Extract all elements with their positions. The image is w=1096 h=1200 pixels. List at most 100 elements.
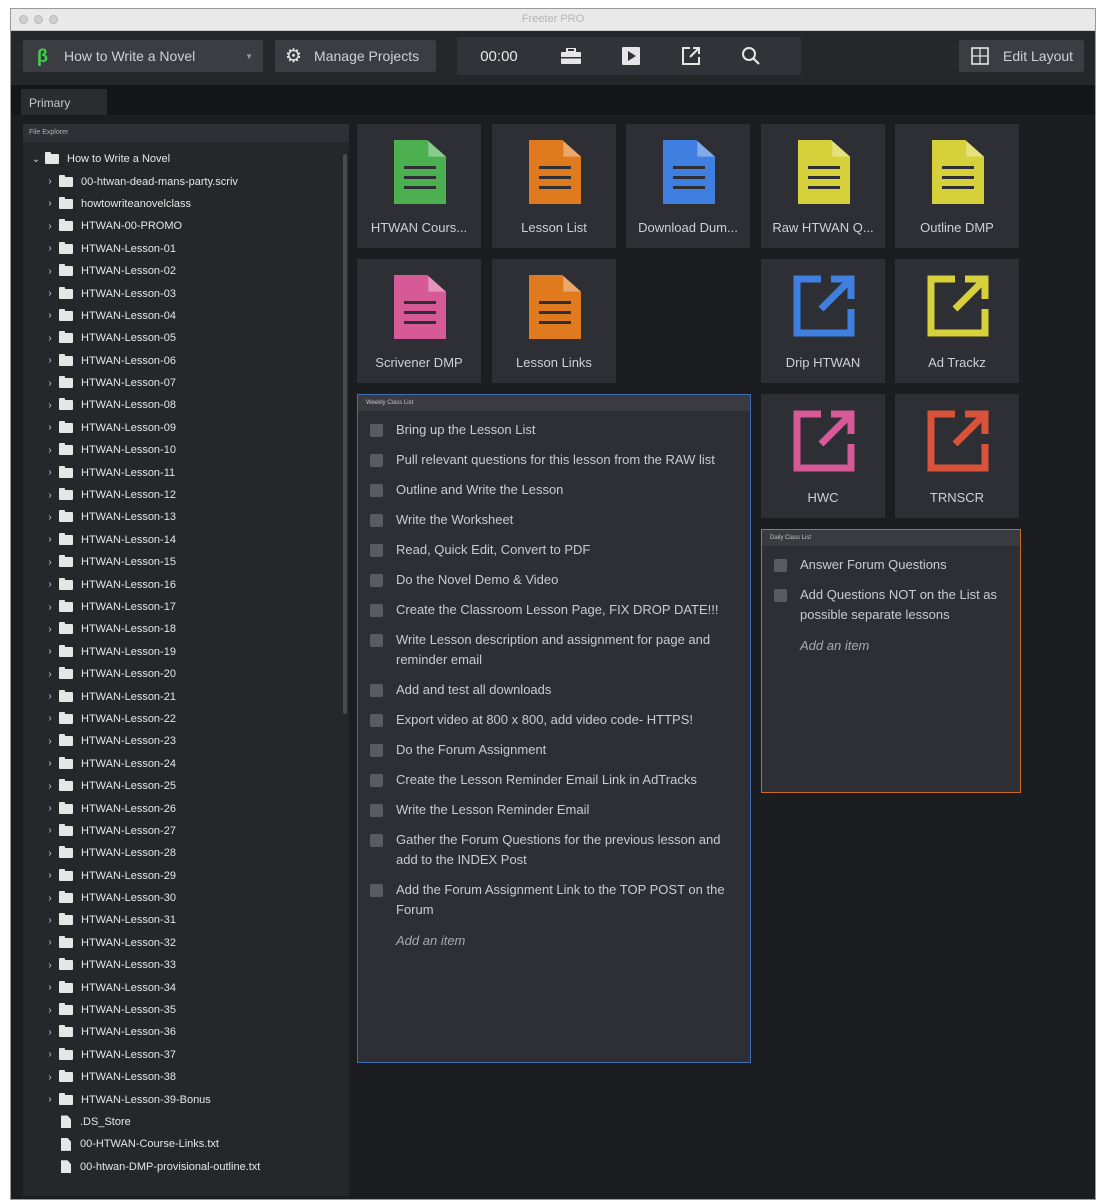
checkbox[interactable] [774, 589, 787, 602]
tile-lesson-links[interactable]: Lesson Links [492, 259, 616, 383]
checkbox[interactable] [370, 774, 383, 787]
tree-item[interactable]: › HTWAN-Lesson-06 [23, 350, 349, 372]
open-external-icon[interactable] [661, 37, 721, 75]
tree-item[interactable]: › HTWAN-Lesson-35 [23, 999, 349, 1021]
tree-root[interactable]: ⌄ How to Write a Novel [23, 148, 349, 170]
tile-hwc[interactable]: HWC [761, 394, 885, 518]
chevron-right-icon[interactable]: › [45, 602, 55, 613]
chevron-right-icon[interactable]: › [45, 1094, 55, 1105]
tree-item[interactable]: › HTWAN-Lesson-15 [23, 551, 349, 573]
chevron-right-icon[interactable]: › [45, 534, 55, 545]
chevron-right-icon[interactable]: › [45, 579, 55, 590]
checkbox[interactable] [370, 514, 383, 527]
tile-download-dum[interactable]: Download Dum... [626, 124, 750, 248]
chevron-right-icon[interactable]: › [45, 691, 55, 702]
checklist-item-text[interactable]: Do the Forum Assignment [396, 740, 546, 760]
checkbox[interactable] [370, 684, 383, 697]
tree-item[interactable]: › HTWAN-Lesson-23 [23, 730, 349, 752]
timer-button[interactable]: 00:00 [457, 37, 541, 75]
tree-item[interactable]: › HTWAN-Lesson-24 [23, 753, 349, 775]
chevron-right-icon[interactable]: › [45, 400, 55, 411]
tile-trnscr[interactable]: TRNSCR [895, 394, 1019, 518]
chevron-right-icon[interactable]: › [45, 624, 55, 635]
weekly-add-item[interactable]: Add an item [358, 933, 750, 948]
search-icon[interactable] [721, 37, 781, 75]
chevron-right-icon[interactable]: › [45, 445, 55, 456]
checkbox[interactable] [370, 424, 383, 437]
chevron-right-icon[interactable]: › [45, 288, 55, 299]
chevron-right-icon[interactable]: › [45, 646, 55, 657]
checklist-item-text[interactable]: Create the Classroom Lesson Page, FIX DR… [396, 600, 718, 620]
chevron-right-icon[interactable]: › [45, 512, 55, 523]
chevron-right-icon[interactable]: › [45, 758, 55, 769]
chevron-right-icon[interactable]: › [45, 221, 55, 232]
chevron-right-icon[interactable]: › [45, 467, 55, 478]
tree-item[interactable]: › HTWAN-Lesson-19 [23, 641, 349, 663]
tree-item[interactable]: .DS_Store [23, 1111, 349, 1133]
tree-item[interactable]: › HTWAN-Lesson-26 [23, 797, 349, 819]
tile-scrivener-dmp[interactable]: Scrivener DMP [357, 259, 481, 383]
tree-item[interactable]: › HTWAN-Lesson-39-Bonus [23, 1088, 349, 1110]
tree-item[interactable]: › HTWAN-Lesson-25 [23, 775, 349, 797]
chevron-right-icon[interactable]: › [45, 825, 55, 836]
tile-lesson-list[interactable]: Lesson List [492, 124, 616, 248]
checklist-item-text[interactable]: Write Lesson description and assignment … [396, 630, 738, 670]
tree-item[interactable]: › HTWAN-Lesson-28 [23, 842, 349, 864]
chevron-right-icon[interactable]: › [45, 310, 55, 321]
chevron-right-icon[interactable]: › [45, 713, 55, 724]
tree-item[interactable]: › HTWAN-Lesson-01 [23, 238, 349, 260]
chevron-right-icon[interactable]: › [45, 422, 55, 433]
checkbox[interactable] [370, 454, 383, 467]
chevron-right-icon[interactable]: › [45, 848, 55, 859]
chevron-right-icon[interactable]: › [45, 333, 55, 344]
checklist-item-text[interactable]: Add Questions NOT on the List as possibl… [800, 585, 1008, 625]
checkbox[interactable] [370, 604, 383, 617]
chevron-right-icon[interactable]: › [45, 198, 55, 209]
tree-item[interactable]: › HTWAN-Lesson-02 [23, 260, 349, 282]
tree-item[interactable]: › HTWAN-Lesson-34 [23, 976, 349, 998]
checklist-item-text[interactable]: Gather the Forum Questions for the previ… [396, 830, 738, 870]
chevron-right-icon[interactable]: › [45, 243, 55, 254]
chevron-right-icon[interactable]: › [45, 378, 55, 389]
tree-item[interactable]: › HTWAN-Lesson-08 [23, 394, 349, 416]
tree-item[interactable]: › HTWAN-Lesson-37 [23, 1044, 349, 1066]
tree-item[interactable]: 00-HTWAN-Course-Links.txt [23, 1133, 349, 1155]
checkbox[interactable] [370, 744, 383, 757]
manage-projects-button[interactable]: ⚙ Manage Projects [275, 40, 436, 72]
tree-item[interactable]: › HTWAN-Lesson-18 [23, 618, 349, 640]
tree-item[interactable]: › HTWAN-Lesson-11 [23, 461, 349, 483]
checklist-item-text[interactable]: Pull relevant questions for this lesson … [396, 450, 715, 470]
tree-item[interactable]: › HTWAN-Lesson-10 [23, 439, 349, 461]
chevron-right-icon[interactable]: › [45, 960, 55, 971]
tree-item[interactable]: › HTWAN-Lesson-16 [23, 573, 349, 595]
chevron-right-icon[interactable]: › [45, 176, 55, 187]
checklist-item-text[interactable]: Answer Forum Questions [800, 555, 947, 575]
tree-item[interactable]: 00-htwan-DMP-provisional-outline.txt [23, 1156, 349, 1178]
chevron-right-icon[interactable]: › [45, 1005, 55, 1016]
tree-item[interactable]: › HTWAN-Lesson-14 [23, 529, 349, 551]
checkbox[interactable] [370, 804, 383, 817]
checklist-item-text[interactable]: Write the Worksheet [396, 510, 513, 530]
chevron-right-icon[interactable]: › [45, 1072, 55, 1083]
chevron-right-icon[interactable]: › [45, 736, 55, 747]
tab-primary[interactable]: Primary [21, 89, 107, 115]
edit-layout-button[interactable]: Edit Layout [959, 40, 1084, 72]
chevron-right-icon[interactable]: › [45, 893, 55, 904]
tree-item[interactable]: › HTWAN-Lesson-07 [23, 372, 349, 394]
tree-item[interactable]: › HTWAN-00-PROMO [23, 215, 349, 237]
checklist-item-text[interactable]: Bring up the Lesson List [396, 420, 535, 440]
checklist-item-text[interactable]: Export video at 800 x 800, add video cod… [396, 710, 693, 730]
checklist-item-text[interactable]: Outline and Write the Lesson [396, 480, 563, 500]
tile-raw-htwan-q[interactable]: Raw HTWAN Q... [761, 124, 885, 248]
chevron-right-icon[interactable]: › [45, 803, 55, 814]
checklist-item-text[interactable]: Add and test all downloads [396, 680, 551, 700]
tree-item[interactable]: › HTWAN-Lesson-33 [23, 954, 349, 976]
tile-ad-trackz[interactable]: Ad Trackz [895, 259, 1019, 383]
tree-item[interactable]: › HTWAN-Lesson-38 [23, 1066, 349, 1088]
tree-item[interactable]: › HTWAN-Lesson-31 [23, 909, 349, 931]
tree-item[interactable]: › HTWAN-Lesson-12 [23, 484, 349, 506]
tree-item[interactable]: › HTWAN-Lesson-05 [23, 327, 349, 349]
checklist-item-text[interactable]: Create the Lesson Reminder Email Link in… [396, 770, 697, 790]
checkbox[interactable] [370, 574, 383, 587]
checkbox[interactable] [370, 834, 383, 847]
